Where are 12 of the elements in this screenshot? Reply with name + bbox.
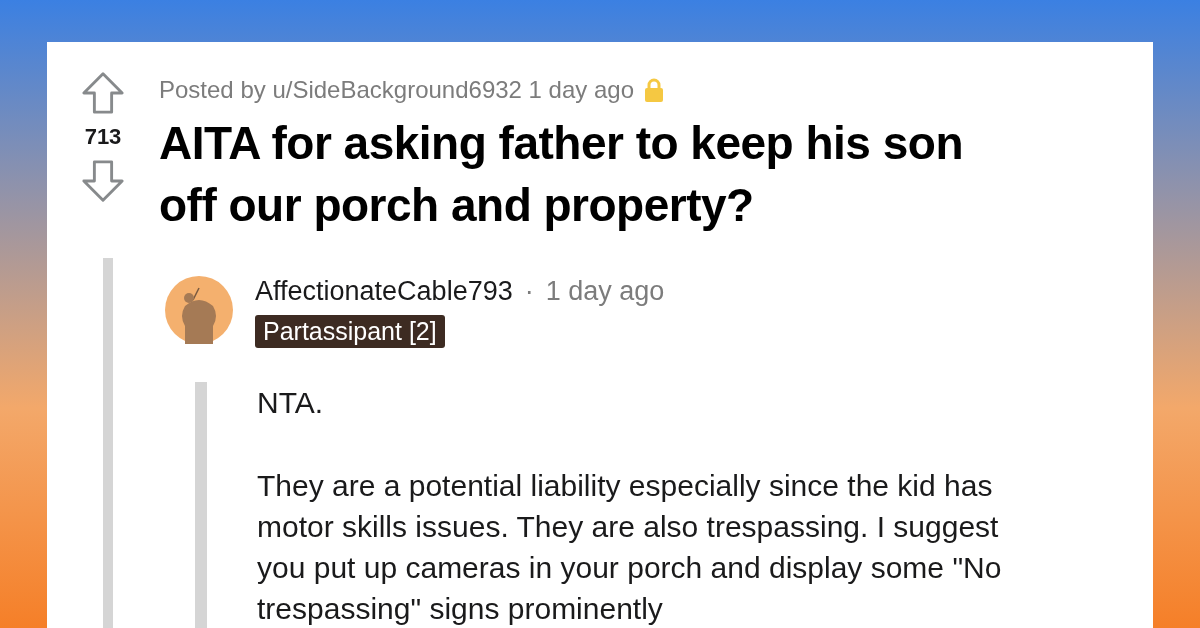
avatar-icon	[165, 276, 233, 344]
vote-count: 713	[84, 124, 122, 150]
comment-time: 1 day ago	[545, 276, 665, 307]
post-title: AITA for asking father to keep his son off our porch and property?	[159, 116, 964, 233]
user-flair: Partassipant [2]	[255, 315, 445, 348]
comment-paragraph: They are a potential liability especially since the kid has motor skills issues. They are also trespassing. I suggest you put up cameras in your porch and display some "No trespassing" signs prominently	[257, 468, 1003, 627]
comment-author[interactable]: AffectionateCable793	[255, 276, 513, 307]
post-byline: Posted by u/SideBackground6932 1 day ago	[159, 76, 635, 104]
separator-dot: ·	[524, 276, 534, 307]
downvote-icon[interactable]	[80, 158, 126, 204]
comment-paragraph: NTA.	[257, 385, 325, 421]
upvote-icon[interactable]	[80, 70, 126, 116]
